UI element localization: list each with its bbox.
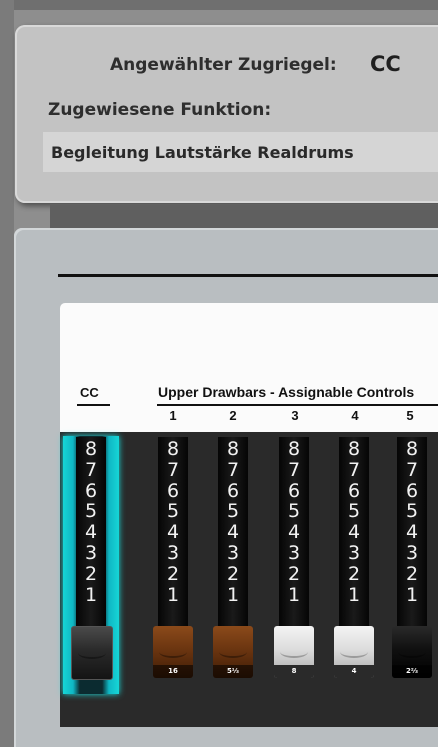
drawbar-cc[interactable]: 87654321 [71,437,113,693]
assigned-function-field[interactable]: Begleitung Lautstärke Realdrums [43,132,438,172]
column-number-5: 5 [406,408,414,423]
drawbar-knob[interactable]: 16 [153,626,193,678]
footage-label: 2⅔ [405,667,419,675]
drawbar-scale: 87654321 [287,438,301,606]
drawbar-4[interactable]: 87654321 4 [334,437,374,693]
footage-label: 4 [351,667,357,675]
drawbar-scale: 87654321 [166,438,180,606]
column-number-2: 2 [229,408,237,423]
drawbar-5[interactable]: 87654321 2⅔ [392,437,432,693]
panel-separator [50,205,438,230]
drawbar-knob[interactable] [71,626,113,680]
upper-drawbars-heading: Upper Drawbars - Assignable Controls [158,384,415,400]
footage-label: 16 [168,667,178,675]
assigned-function-label: Zugewiesene Funktion: [48,100,272,120]
drawbar-scale: 87654321 [84,438,98,606]
drawbar-scale: 87654321 [226,438,240,606]
drawbar-1[interactable]: 87654321 16 [153,437,193,693]
divider-line [58,274,438,277]
upper-heading-underline [157,404,438,406]
drawbar-scale: 87654321 [405,438,419,606]
column-number-1: 1 [169,408,177,423]
column-number-4: 4 [351,408,359,423]
cc-heading: CC [80,385,99,400]
drawbar-2[interactable]: 87654321 5⅓ [213,437,253,693]
drawbar-knob[interactable]: 8 [274,626,314,678]
drawbar-knob[interactable]: 5⅓ [213,626,253,678]
cc-heading-underline [77,404,110,406]
drawbar-knob[interactable]: 4 [334,626,374,678]
assigned-function-value: Begleitung Lautstärke Realdrums [51,143,354,162]
drawbar-scale: 87654321 [347,438,361,606]
selected-drawbar-label: Angewählter Zugriegel: [110,55,337,75]
selected-drawbar-value: CC [370,52,401,76]
column-number-3: 3 [291,408,299,423]
drawbar-knob[interactable]: 2⅔ [392,626,432,678]
drawbar-3[interactable]: 87654321 8 [274,437,314,693]
footage-label: 5⅓ [226,667,240,675]
drawbar-header-card [60,303,438,435]
footage-label: 8 [291,667,297,675]
top-background-strip [0,0,438,10]
left-background-rail [0,0,14,747]
